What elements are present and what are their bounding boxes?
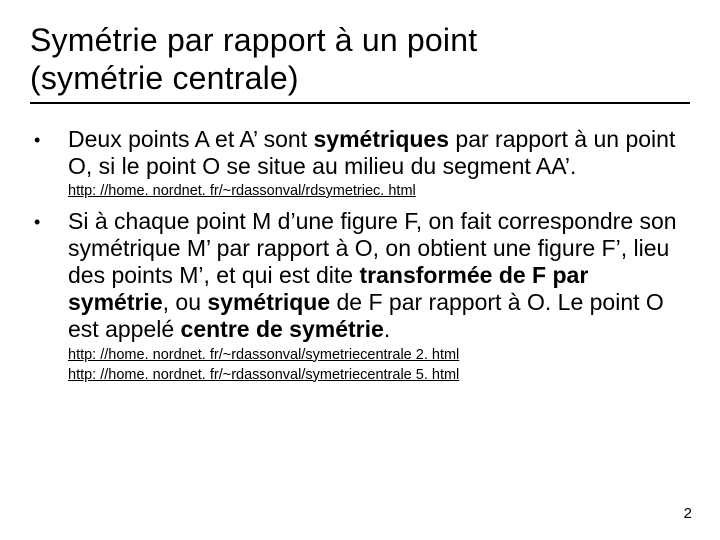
page-number: 2 (684, 505, 692, 522)
bullet-item-1: Deux points A et A’ sont symétriques par… (30, 126, 690, 200)
slide-title: Symétrie par rapport à un point (symétri… (30, 22, 690, 98)
bullet-1-links: http: //home. nordnet. fr/~rdassonval/rd… (68, 182, 690, 200)
bullet-1-text: Deux points A et A’ sont symétriques par… (68, 126, 690, 180)
bullet-2-links: http: //home. nordnet. fr/~rdassonval/sy… (68, 346, 690, 384)
text-bold: symétriques (314, 126, 450, 152)
bullet-2-text: Si à chaque point M d’une figure F, on f… (68, 208, 690, 344)
title-underline (30, 102, 690, 104)
title-line-1: Symétrie par rapport à un point (30, 22, 477, 58)
link[interactable]: http: //home. nordnet. fr/~rdassonval/rd… (68, 182, 690, 200)
text-run: , ou (163, 289, 208, 315)
text-run: Deux points A et A’ sont (68, 126, 314, 152)
link[interactable]: http: //home. nordnet. fr/~rdassonval/sy… (68, 346, 690, 364)
text-run: . (384, 316, 390, 342)
bullet-list: Deux points A et A’ sont symétriques par… (30, 126, 690, 384)
slide: Symétrie par rapport à un point (symétri… (0, 0, 720, 540)
text-bold: symétrique (207, 289, 330, 315)
text-bold: centre de symétrie (181, 316, 384, 342)
title-line-2: (symétrie centrale) (30, 60, 299, 96)
bullet-item-2: Si à chaque point M d’une figure F, on f… (30, 208, 690, 384)
link[interactable]: http: //home. nordnet. fr/~rdassonval/sy… (68, 366, 690, 384)
